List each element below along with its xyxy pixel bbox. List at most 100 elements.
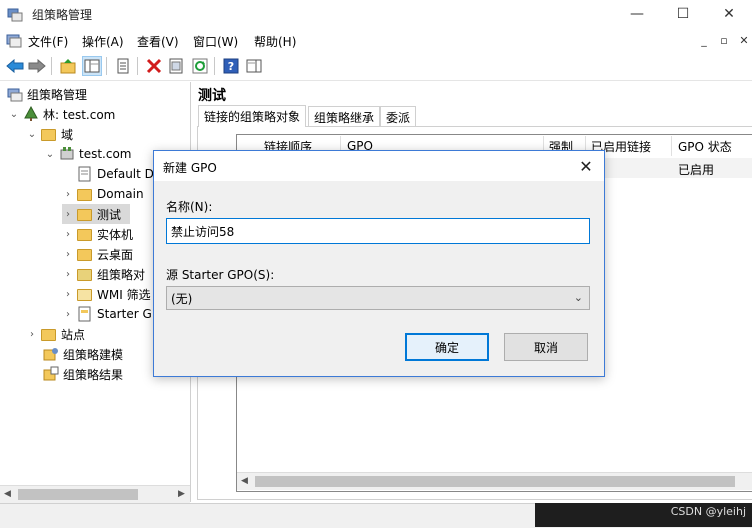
tree-item-sites[interactable]: › 站点 (26, 324, 85, 344)
chevron-down-icon[interactable]: ⌄ (8, 109, 20, 120)
new-gpo-dialog: 新建 GPO ✕ 名称(N): 源 Starter GPO(S): (无) ⌄ … (153, 150, 605, 377)
up-folder-icon[interactable] (58, 56, 78, 76)
chevron-down-icon[interactable]: ⌄ (26, 129, 38, 140)
ou-title: 测试 (198, 88, 226, 104)
menu-action[interactable]: 操作(A) (82, 33, 124, 50)
menu-bar: 文件(F) 操作(A) 查看(V) 窗口(W) 帮助(H) _ ▫ ✕ (0, 29, 752, 51)
close-icon[interactable]: ✕ (574, 155, 598, 177)
ou-folder-icon (77, 246, 93, 262)
domains-folder-icon (41, 126, 57, 142)
list-horizontal-scrollbar[interactable]: ◀ (237, 472, 752, 490)
gpo-status-cell: 已启用 (678, 163, 715, 177)
tree-label: 云桌面 (97, 247, 134, 262)
tree-label: 实体机 (97, 227, 134, 242)
svg-text:?: ? (228, 60, 234, 73)
chevron-down-icon[interactable]: ⌄ (574, 291, 583, 304)
toolbar: ? (0, 52, 752, 81)
tree-item-yunzhuomian[interactable]: › 云桌面 (62, 244, 133, 264)
system-menu-icon[interactable] (6, 32, 22, 48)
tree-item-gpo-objects[interactable]: › 组策略对 (62, 264, 145, 284)
scrollbar-thumb[interactable] (18, 489, 138, 500)
chevron-right-icon[interactable]: › (62, 209, 74, 220)
chevron-right-icon[interactable]: › (62, 189, 74, 200)
tree-item-forest[interactable]: ⌄ 林: test.com (8, 104, 115, 124)
export-list-icon[interactable] (166, 56, 186, 76)
refresh-icon[interactable] (190, 56, 210, 76)
close-button[interactable]: ✕ (706, 0, 752, 28)
toolbar-separator (106, 57, 107, 75)
column-gpo-status[interactable]: GPO 状态 (678, 136, 732, 156)
back-arrow-icon[interactable] (5, 56, 25, 76)
tab-linked-gpos[interactable]: 链接的组策略对象 (198, 105, 307, 127)
toolbar-separator (51, 57, 52, 75)
minimize-button[interactable]: — (614, 0, 660, 28)
tree-item-starter-gpos[interactable]: › Starter G (62, 304, 152, 324)
column-separator (671, 136, 672, 156)
chevron-right-icon[interactable]: › (62, 289, 74, 300)
tree-item-shitiji[interactable]: › 实体机 (62, 224, 133, 244)
tree-item-wmi-filters[interactable]: › WMI 筛选 (62, 284, 151, 304)
tree-item-modeling[interactable]: 组策略建模 (40, 344, 123, 364)
cancel-button[interactable]: 取消 (504, 333, 588, 361)
chevron-right-icon[interactable]: › (62, 249, 74, 260)
tab-gp-inheritance[interactable]: 组策略继承 (308, 106, 381, 127)
tree-horizontal-scrollbar[interactable]: ◀ ▶ (0, 485, 190, 503)
modeling-icon (43, 346, 59, 362)
forward-arrow-icon[interactable] (27, 56, 47, 76)
tree-label: 组策略管理 (27, 87, 88, 102)
properties-icon[interactable] (113, 56, 133, 76)
chevron-right-icon[interactable]: › (62, 269, 74, 280)
name-label: 名称(N): (166, 200, 213, 214)
menu-file[interactable]: 文件(F) (28, 33, 68, 50)
mdi-close-button[interactable]: ✕ (734, 30, 752, 50)
tree-item-ceshi[interactable]: › 测试 (62, 204, 130, 224)
tab-delegation[interactable]: 委派 (380, 106, 417, 127)
show-tree-icon[interactable] (82, 56, 102, 76)
tree-label: Domain (97, 187, 144, 201)
tree-item-domain-controllers[interactable]: › Domain (62, 184, 144, 204)
watermark-text: CSDN @yleihj (670, 505, 746, 518)
ou-folder-icon (77, 226, 93, 242)
gpo-name-input[interactable] (166, 218, 590, 244)
dialog-title: 新建 GPO (163, 161, 217, 175)
scroll-right-icon[interactable]: ▶ (178, 489, 185, 499)
tree-label: WMI 筛选 (97, 287, 151, 302)
tree-label: test.com (79, 147, 132, 161)
tree-label: 组策略建模 (63, 347, 124, 362)
wmi-folder-icon (77, 286, 93, 302)
chevron-right-icon[interactable]: › (62, 309, 74, 320)
menu-view[interactable]: 查看(V) (137, 33, 179, 50)
gpmc-app-icon (7, 6, 23, 22)
action-pane-icon[interactable] (244, 56, 264, 76)
starter-gpo-icon (77, 306, 93, 322)
scrollbar-thumb[interactable] (255, 476, 735, 487)
window-title: 组策略管理 (32, 8, 93, 22)
tree-label: 域 (61, 127, 74, 142)
tree-item-gpm-root[interactable]: 组策略管理 (4, 84, 87, 104)
tree-item-default-domain-policy[interactable]: Default D (74, 164, 154, 184)
chevron-right-icon[interactable]: › (26, 329, 38, 340)
maximize-button[interactable]: ☐ (660, 0, 706, 28)
menu-help[interactable]: 帮助(H) (254, 33, 296, 50)
help-icon[interactable]: ? (221, 56, 241, 76)
starter-gpo-select[interactable]: (无) ⌄ (166, 286, 590, 310)
chevron-down-icon[interactable]: ⌄ (44, 149, 56, 160)
ou-folder-icon (77, 186, 93, 202)
scroll-left-icon[interactable]: ◀ (4, 489, 11, 499)
mdi-minimize-button[interactable]: _ (694, 30, 714, 50)
ok-button[interactable]: 确定 (405, 333, 489, 361)
starter-gpo-value: (无) (171, 291, 193, 306)
scroll-left-icon[interactable]: ◀ (241, 476, 248, 486)
tree-item-results[interactable]: 组策略结果 (40, 364, 123, 384)
delete-icon[interactable] (144, 56, 164, 76)
tree-item-domain[interactable]: ⌄ test.com (44, 144, 132, 164)
mdi-restore-button[interactable]: ▫ (714, 30, 734, 50)
tree-label: 组策略结果 (63, 367, 124, 382)
sites-folder-icon (41, 326, 57, 342)
chevron-right-icon[interactable]: › (62, 229, 74, 240)
gpo-folder-icon (77, 266, 93, 282)
tree-label: 组策略对 (97, 267, 146, 282)
tree-item-domains[interactable]: ⌄ 域 (26, 124, 73, 144)
tree-label: 站点 (61, 327, 86, 342)
menu-window[interactable]: 窗口(W) (193, 33, 238, 50)
